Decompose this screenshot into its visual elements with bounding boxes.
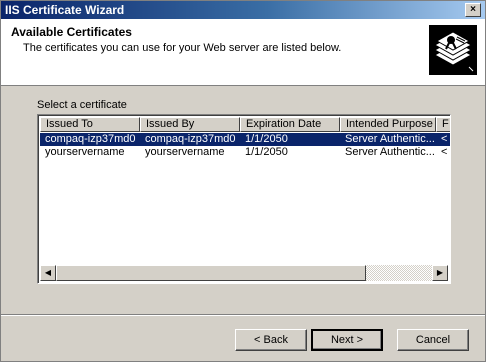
window-title: IIS Certificate Wizard: [5, 3, 125, 17]
scroll-right-button[interactable]: ▶: [432, 265, 448, 281]
wizard-body: Select a certificate Issued To Issued By…: [1, 86, 485, 316]
cell-expiration-date: 1/1/2050: [245, 133, 288, 145]
next-button[interactable]: Next >: [311, 329, 383, 351]
cell-issued-to: compaq-izp37md0: [45, 133, 136, 145]
footer-divider: [1, 314, 485, 316]
cell-issued-by: yourservername: [145, 146, 225, 158]
page-subtitle: The certificates you can use for your We…: [23, 42, 342, 54]
column-issued-by[interactable]: Issued By: [140, 117, 240, 132]
table-row[interactable]: compaq-izp37md0 compaq-izp37md0 1/1/2050…: [40, 133, 450, 146]
certificate-list[interactable]: Issued To Issued By Expiration Date Inte…: [37, 114, 451, 284]
cell-friendly-name: <: [441, 133, 448, 145]
column-friendly-name[interactable]: F: [436, 117, 450, 132]
back-button[interactable]: < Back: [235, 329, 307, 351]
list-header: Issued To Issued By Expiration Date Inte…: [40, 117, 450, 132]
close-button[interactable]: ×: [465, 3, 481, 17]
select-certificate-label: Select a certificate: [37, 99, 127, 111]
wizard-header: Available Certificates The certificates …: [1, 19, 485, 86]
cell-intended-purpose: Server Authentic...: [345, 133, 435, 145]
column-intended-purpose[interactable]: Intended Purpose: [340, 117, 436, 132]
certificate-stack-icon: [429, 25, 477, 75]
cell-intended-purpose: Server Authentic...: [345, 146, 435, 158]
cancel-button[interactable]: Cancel: [397, 329, 469, 351]
cell-issued-by: compaq-izp37md0: [145, 133, 236, 145]
cell-expiration-date: 1/1/2050: [245, 146, 288, 158]
cell-friendly-name: <: [441, 146, 448, 158]
cell-issued-to: yourservername: [45, 146, 125, 158]
scrollbar-thumb[interactable]: [56, 265, 366, 281]
page-title: Available Certificates: [11, 25, 132, 39]
table-row[interactable]: yourservername yourservername 1/1/2050 S…: [40, 146, 450, 159]
scroll-left-button[interactable]: ◀: [40, 265, 56, 281]
wizard-window: IIS Certificate Wizard × Available Certi…: [0, 0, 486, 362]
column-issued-to[interactable]: Issued To: [40, 117, 140, 132]
title-bar[interactable]: IIS Certificate Wizard ×: [1, 1, 485, 19]
horizontal-scrollbar[interactable]: ◀ ▶: [40, 265, 448, 281]
column-expiration-date[interactable]: Expiration Date: [240, 117, 340, 132]
